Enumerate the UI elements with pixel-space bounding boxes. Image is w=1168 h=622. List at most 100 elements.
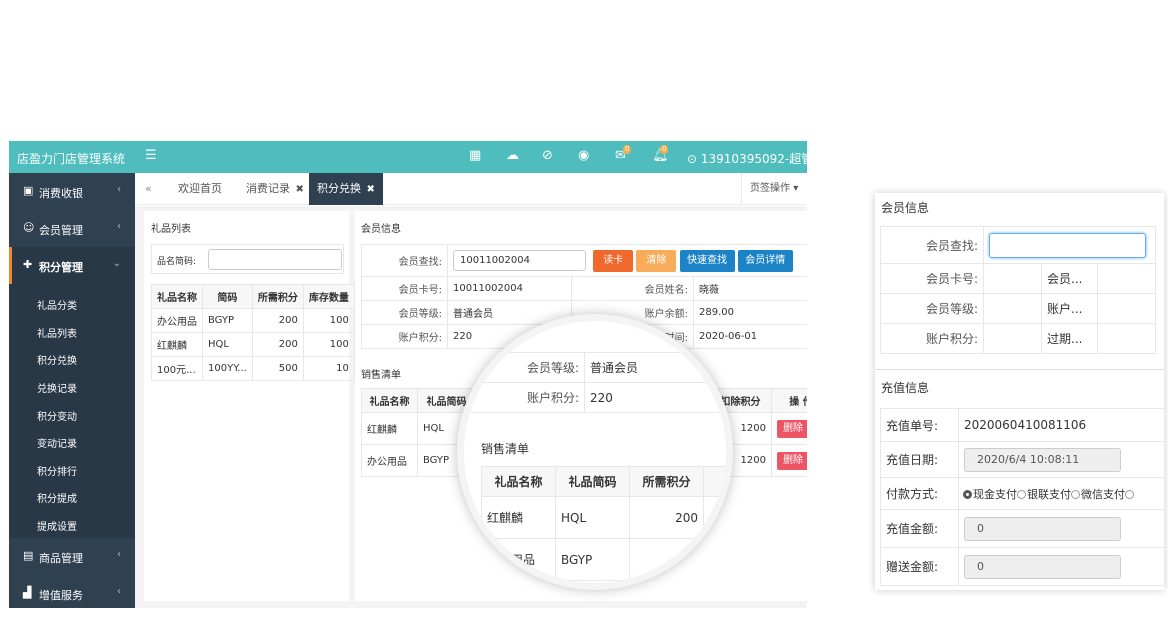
- delete-button[interactable]: 删除: [777, 419, 807, 438]
- mail-icon[interactable]: ✉ 0: [615, 145, 632, 163]
- points-icon: ✚: [23, 258, 33, 271]
- tab-points-exchange[interactable]: 积分兑换 ✖: [309, 173, 383, 205]
- rp-row: 赠送金额: 0: [880, 547, 1164, 586]
- page-ops-label: 页签操作: [750, 183, 790, 194]
- submenu-commission-settings[interactable]: 提成设置: [37, 518, 77, 533]
- pay-option-cash[interactable]: 现金支付: [963, 488, 1017, 501]
- user-menu[interactable]: ⊙ 13910395092-超管: [687, 150, 807, 167]
- goods-icon: ▤: [23, 549, 34, 562]
- page-ops-dropdown[interactable]: 页签操作 ▾: [741, 173, 798, 205]
- submenu-gift-category[interactable]: 礼品分类: [37, 297, 77, 312]
- member-search-row: 会员查找: 10011002004 读卡 清除 快速查找 会员详情: [361, 244, 807, 277]
- member-details-button[interactable]: 会员详情: [737, 249, 793, 272]
- rp-gift-input[interactable]: 0: [964, 554, 1121, 579]
- gift-search-input[interactable]: [208, 249, 342, 270]
- card-value: 10011002004: [447, 276, 572, 301]
- cloud-download-icon[interactable]: ☁: [506, 148, 519, 163]
- radio-icon[interactable]: [1125, 489, 1134, 499]
- rp-date-label: 充值日期:: [880, 441, 959, 478]
- app-title: 店盈力门店管理系统: [17, 152, 126, 166]
- pay-option-wechat[interactable]: 微信支付: [1071, 488, 1125, 501]
- gift-name: 办公用品: [151, 308, 203, 333]
- column-header[interactable]: 简码: [202, 284, 253, 309]
- tab-scroll-left-icon[interactable]: «: [145, 173, 152, 205]
- tab-bar: « 欢迎首页 消费记录 ✖ 积分兑换 ✖ 页签操作 ▾: [135, 173, 807, 205]
- rp-member-search-input[interactable]: [989, 232, 1146, 258]
- member-search-input[interactable]: 10011002004: [453, 250, 586, 271]
- table-row[interactable]: 100元... 100YY... 500 10: [151, 356, 355, 381]
- quick-search-button[interactable]: 快速查找: [679, 249, 735, 272]
- submenu-points-change[interactable]: 积分变动: [37, 408, 77, 423]
- points-submenu: 礼品分类 礼品列表 积分兑换 兑换记录 积分变动 变动记录 积分排行 积分提成 …: [9, 284, 135, 538]
- bell-badge: 0: [660, 145, 669, 154]
- gift-list-panel: 礼品列表 品名简码: 礼品名称 简码 所需积分 库存数量 办公用品 BGYP 2…: [144, 211, 355, 601]
- rp-recharge-table: 充值单号: 2020060410081106 充值日期: 2020/6/4 10…: [880, 408, 1164, 586]
- mail-badge: 0: [623, 145, 632, 154]
- mag-gift-code: HQL: [555, 496, 630, 539]
- tab-label: 积分兑换: [317, 182, 361, 195]
- link-icon[interactable]: ⊘: [542, 148, 553, 163]
- menu-toggle-icon[interactable]: ☰: [145, 148, 157, 163]
- sidebar-item-value-added[interactable]: ▟ 增值服务 ‹: [9, 575, 135, 608]
- column-header: 所需积分: [629, 466, 704, 497]
- sales-list-title: 销售清单: [361, 370, 401, 381]
- pay-option-unionpay[interactable]: 银联支付: [1017, 488, 1071, 501]
- tab-welcome[interactable]: 欢迎首页: [178, 173, 222, 205]
- submenu-change-records[interactable]: 变动记录: [37, 435, 77, 450]
- gift-name: 100元...: [151, 356, 203, 381]
- column-header: 礼品名称: [481, 466, 556, 497]
- card-label: 会员卡号:: [361, 276, 448, 301]
- mag-gift-code: BGYP: [555, 538, 630, 581]
- sidebar-item-member[interactable]: ☺ 会员管理 ‹: [9, 210, 135, 247]
- rp-name-label: 会员...: [1041, 263, 1098, 294]
- rp-order-value: 2020060410081106: [958, 408, 1164, 442]
- sidebar-item-label: 消费收银: [39, 187, 83, 200]
- column-header[interactable]: 库存数量: [302, 284, 355, 309]
- bell-icon[interactable]: 🔔︎ 0: [652, 145, 669, 163]
- table-row[interactable]: 红麒麟 HQL 200 100: [151, 332, 355, 357]
- user-name: 13910395092-超管: [700, 152, 807, 166]
- grid-icon[interactable]: ▦: [469, 148, 481, 163]
- tab-consumption-records[interactable]: 消费记录 ✖: [246, 173, 304, 205]
- submenu-points-exchange[interactable]: 积分兑换: [37, 352, 77, 367]
- column-header[interactable]: 礼品名称: [151, 284, 203, 309]
- submenu-gift-list[interactable]: 礼品列表: [37, 325, 77, 340]
- column-header[interactable]: 所需积分: [251, 284, 304, 309]
- radio-icon: [1017, 489, 1026, 499]
- submenu-exchange-records[interactable]: 兑换记录: [37, 380, 77, 395]
- pay-option-label: 银联支付: [1027, 487, 1071, 501]
- table-row[interactable]: 办公用品 BGYP 200 100: [151, 308, 355, 333]
- delete-button[interactable]: 删除: [777, 451, 807, 470]
- column-header: 操 作: [771, 388, 807, 413]
- rp-date-input[interactable]: 2020/6/4 10:08:11: [964, 447, 1121, 472]
- close-icon[interactable]: ✖: [367, 184, 375, 195]
- radio-icon: [1071, 489, 1080, 499]
- close-icon[interactable]: ✖: [296, 184, 304, 195]
- clear-button[interactable]: 清除: [636, 249, 677, 272]
- skype-icon[interactable]: ◉: [578, 148, 589, 163]
- chevron-left-icon: ‹: [117, 549, 121, 560]
- sidebar-item-goods[interactable]: ▤ 商品管理 ‹: [9, 538, 135, 575]
- sidebar: ▣ 消费收银 ‹ ☺ 会员管理 ‹ ✚ 积分管理 ⌄ 礼品分类 礼品列表 积分兑…: [9, 173, 135, 608]
- submenu-points-commission[interactable]: 积分提成: [37, 490, 77, 505]
- sidebar-item-label: 会员管理: [39, 224, 83, 237]
- column-header: 礼品简码: [555, 466, 630, 497]
- sidebar-item-cashier[interactable]: ▣ 消费收银 ‹: [9, 173, 135, 210]
- read-card-button[interactable]: 读卡: [593, 249, 634, 272]
- rp-row: 会员卡号: 会员...: [880, 263, 1156, 294]
- rp-amount-input[interactable]: 0: [964, 516, 1121, 541]
- column-header[interactable]: 礼品名称: [361, 388, 418, 413]
- sidebar-item-points[interactable]: ✚ 积分管理 ⌄: [9, 247, 135, 284]
- tab-label: 消费记录: [246, 182, 290, 195]
- rp-card-value: [983, 263, 1042, 294]
- mag-row: 账户积分: 220: [464, 382, 726, 413]
- submenu-points-ranking[interactable]: 积分排行: [37, 463, 77, 478]
- gift-table: 礼品名称 简码 所需积分 库存数量 办公用品 BGYP 200 100 红麒麟 …: [151, 284, 355, 381]
- balance-value: 289.00: [693, 300, 807, 325]
- chevron-left-icon: ‹: [117, 221, 121, 232]
- points-label: 账户积分:: [361, 324, 448, 349]
- caret-down-icon: ▾: [793, 183, 799, 194]
- sale-name: 办公用品: [361, 444, 418, 477]
- gift-name: 红麒麟: [151, 332, 203, 357]
- gift-stock: 100: [302, 332, 355, 357]
